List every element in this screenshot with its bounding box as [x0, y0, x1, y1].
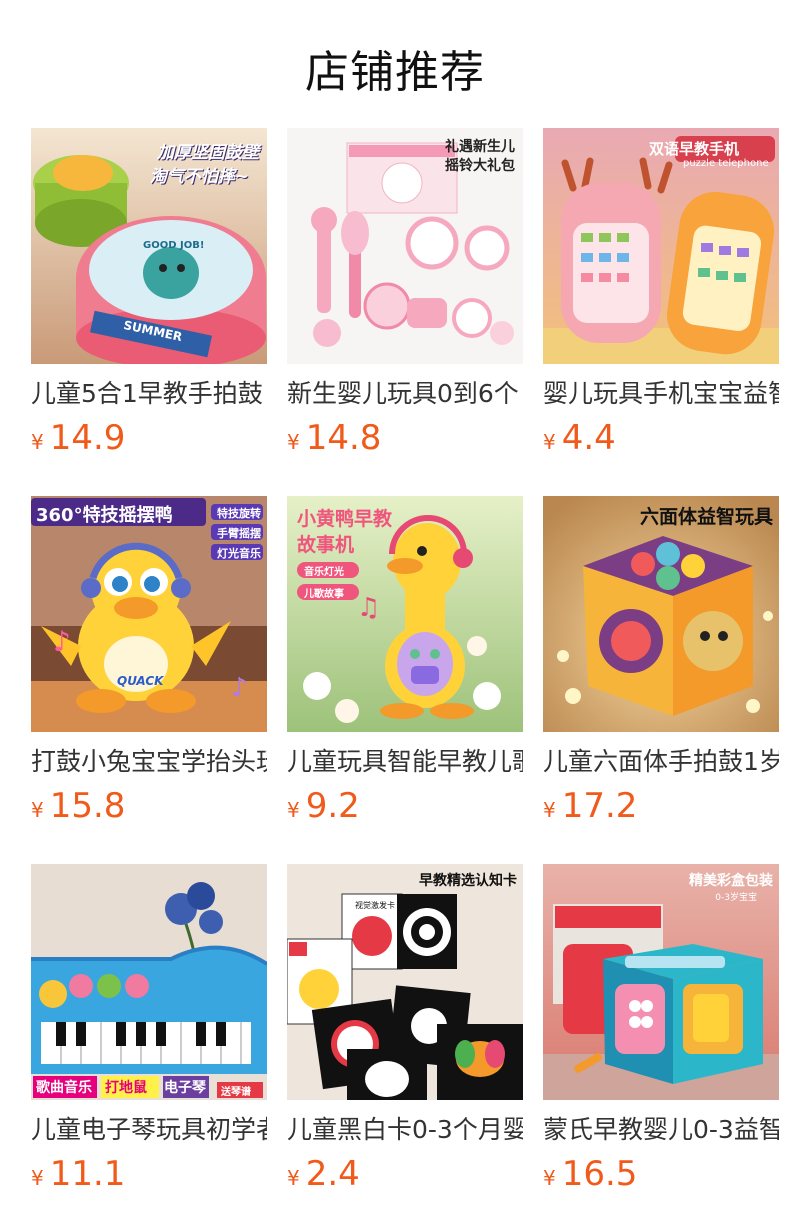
- drum-label: GOOD JOB!: [143, 240, 205, 251]
- flash-cards-image: [287, 864, 523, 1100]
- price-value: 9.2: [305, 786, 360, 826]
- feature-tag: 歌曲音乐: [36, 1080, 92, 1096]
- product-name[interactable]: 婴儿玩具手机宝宝益智: [543, 378, 779, 410]
- keyboard-toy-image: [31, 864, 267, 1100]
- product-image[interactable]: 早教精选认知卡 视觉激发卡: [287, 864, 523, 1100]
- product-price: ¥14.9: [31, 418, 125, 458]
- product-name[interactable]: 儿童电子琴玩具初学者: [31, 1114, 267, 1146]
- banner-text: 礼遇新生儿: [445, 139, 515, 155]
- banner-text: 加厚坚固鼓壁: [157, 143, 259, 163]
- price-value: 17.2: [561, 786, 638, 826]
- duck-label: QUACK: [117, 674, 164, 688]
- product-image[interactable]: 礼遇新生儿 摇铃大礼包: [287, 128, 523, 364]
- banner-text: 精美彩盒包装: [689, 873, 773, 889]
- product-image[interactable]: ♫ 小黄鸭早教 故事机 音乐灯光 儿歌故事: [287, 496, 523, 732]
- product-name[interactable]: 儿童玩具智能早教儿歌: [287, 746, 523, 778]
- product-name[interactable]: 儿童5合1早教手拍鼓: [31, 378, 267, 410]
- banner-subtext: puzzle telephone: [683, 158, 769, 169]
- banner-text: 小黄鸭早教: [297, 508, 393, 530]
- banner-text: 早教精选认知卡: [419, 873, 517, 889]
- product-price: ¥14.8: [287, 418, 381, 458]
- product-image[interactable]: 六面体益智玩具: [543, 496, 779, 732]
- product-image[interactable]: 歌曲音乐 打地鼠 电子琴 送琴谱: [31, 864, 267, 1100]
- product-name[interactable]: 儿童六面体手拍鼓1岁: [543, 746, 779, 778]
- product-name[interactable]: 儿童黑白卡0-3个月婴儿: [287, 1114, 523, 1146]
- currency-symbol: ¥: [31, 430, 44, 454]
- banner-text: 六面体益智玩具: [639, 506, 773, 528]
- banner-subtext: 0-3岁宝宝: [715, 893, 757, 903]
- banner-subtext: 摇铃大礼包: [445, 158, 515, 174]
- feature-tag: 特技旋转: [217, 507, 261, 520]
- currency-symbol: ¥: [287, 1166, 300, 1190]
- product-image[interactable]: 加厚坚固鼓壁 淘气不怕摔~ GOOD JOB! SUMMER: [31, 128, 267, 364]
- price-value: 11.1: [49, 1154, 126, 1194]
- price-value: 4.4: [561, 418, 616, 458]
- banner-subtext: 故事机: [297, 534, 355, 556]
- gift-tag: 送琴谱: [221, 1087, 251, 1098]
- activity-cube-image: [543, 496, 779, 732]
- svg-text:♪: ♪: [231, 673, 248, 703]
- banner-text: 360°特技摇摆鸭: [36, 505, 173, 526]
- product-image[interactable]: 双语早教手机 puzzle telephone: [543, 128, 779, 364]
- feature-tag: 儿歌故事: [304, 589, 344, 600]
- price-value: 14.9: [49, 418, 126, 458]
- product-price: ¥11.1: [31, 1154, 125, 1194]
- feature-tag: 手臂摇摆: [217, 527, 261, 540]
- currency-symbol: ¥: [287, 798, 300, 822]
- currency-symbol: ¥: [287, 430, 300, 454]
- product-name[interactable]: 新生婴儿玩具0到6个: [287, 378, 523, 410]
- currency-symbol: ¥: [543, 430, 556, 454]
- product-price: ¥2.4: [287, 1154, 360, 1194]
- banner-text: 双语早教手机: [649, 140, 740, 158]
- currency-symbol: ¥: [543, 1166, 556, 1190]
- currency-symbol: ¥: [31, 798, 44, 822]
- page-title: 店铺推荐: [305, 47, 485, 98]
- feature-tag: 电子琴: [164, 1080, 206, 1096]
- product-price: ¥9.2: [287, 786, 360, 826]
- product-name[interactable]: 打鼓小兔宝宝学抬头玩具: [31, 746, 267, 778]
- product-name[interactable]: 蒙氏早教婴儿0-3益智: [543, 1114, 779, 1146]
- product-price: ¥16.5: [543, 1154, 637, 1194]
- feature-tag: 灯光音乐: [217, 547, 261, 560]
- product-image[interactable]: 精美彩盒包装 0-3岁宝宝: [543, 864, 779, 1100]
- svg-text:♪: ♪: [53, 625, 71, 658]
- currency-symbol: ¥: [543, 798, 556, 822]
- product-price: ¥15.8: [31, 786, 125, 826]
- product-price: ¥4.4: [543, 418, 616, 458]
- price-value: 15.8: [49, 786, 126, 826]
- svg-text:♫: ♫: [357, 593, 380, 623]
- feature-tag: 打地鼠: [105, 1080, 147, 1096]
- banner-subtext: 淘气不怕摔~: [149, 167, 249, 187]
- card-label: 视觉激发卡: [355, 901, 395, 910]
- product-price: ¥17.2: [543, 786, 637, 826]
- product-image[interactable]: ♪ ♪ 360°特技摇摆鸭 特技旋转 手臂摇摆 灯光音乐 QUACK: [31, 496, 267, 732]
- price-value: 2.4: [305, 1154, 360, 1194]
- price-value: 14.8: [305, 418, 382, 458]
- feature-tag: 音乐灯光: [304, 567, 344, 578]
- currency-symbol: ¥: [31, 1166, 44, 1190]
- price-value: 16.5: [561, 1154, 638, 1194]
